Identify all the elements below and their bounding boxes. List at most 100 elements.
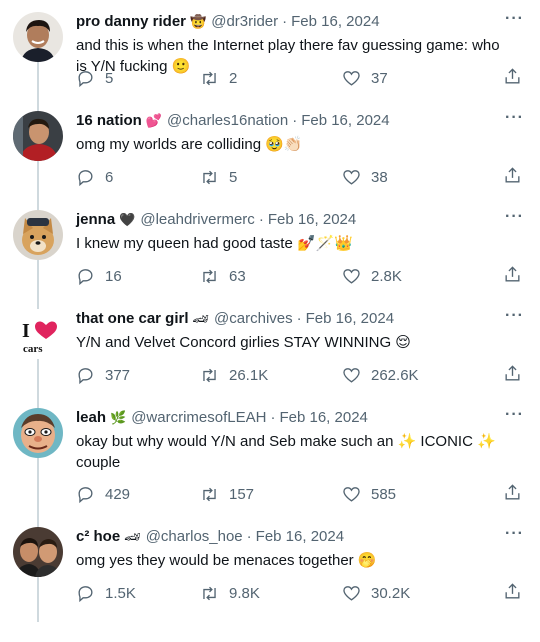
- avatar-man-red-jacket-icon: [13, 111, 63, 161]
- tweet-header: jenna 🖤 @leahdrivermerc · Feb 16, 2024: [76, 210, 524, 230]
- avatar[interactable]: [13, 527, 63, 577]
- like-button[interactable]: 37: [342, 69, 462, 88]
- retweet-count: 2: [229, 70, 238, 87]
- display-name[interactable]: c² hoe: [76, 527, 120, 547]
- like-count: 37: [371, 70, 388, 87]
- tweet-actions: 5 2 37: [76, 67, 524, 90]
- tweet-header: that one car girl 🏎 @carchives · Feb 16,…: [76, 309, 524, 329]
- retweet-button[interactable]: 9.8K: [200, 584, 308, 603]
- share-button[interactable]: [503, 483, 522, 506]
- tweet[interactable]: c² hoe 🏎 @charlos_hoe · Feb 16, 2024 ···…: [0, 515, 540, 614]
- heart-icon: [343, 586, 360, 601]
- share-icon: [505, 484, 520, 500]
- avatar-man-dark-hair-icon: [13, 12, 63, 62]
- like-button[interactable]: 38: [342, 168, 462, 187]
- retweet-button[interactable]: 157: [200, 485, 308, 504]
- retweet-button[interactable]: 2: [200, 69, 308, 88]
- tweet-text: I knew my queen had good taste 💅🪄👑: [76, 235, 354, 252]
- share-button[interactable]: [503, 67, 522, 90]
- avatar-word: cars: [23, 343, 43, 355]
- tweet[interactable]: 16 nation 💕 @charles16nation · Feb 16, 2…: [0, 99, 540, 198]
- retweet-button[interactable]: 26.1K: [200, 366, 308, 385]
- separator: ·: [296, 310, 302, 327]
- reply-count: 16: [105, 268, 122, 285]
- tweet-header: pro danny rider 🤠 @dr3rider · Feb 16, 20…: [76, 12, 524, 32]
- reply-button[interactable]: 1.5K: [76, 584, 180, 603]
- like-button[interactable]: 2.8K: [342, 267, 462, 286]
- heart-icon: [343, 487, 360, 502]
- share-button[interactable]: [503, 582, 522, 605]
- share-button[interactable]: [503, 265, 522, 288]
- avatar[interactable]: [13, 210, 63, 260]
- reply-button[interactable]: 429: [76, 485, 180, 504]
- heart-icon: [343, 269, 360, 284]
- tweet-header: c² hoe 🏎 @charlos_hoe · Feb 16, 2024: [76, 527, 524, 547]
- share-icon: [505, 583, 520, 599]
- avatar-cartoon-face-icon: [13, 408, 63, 458]
- avatar[interactable]: [13, 408, 63, 458]
- more-options-icon[interactable]: ···: [505, 406, 524, 424]
- timestamp[interactable]: Feb 16, 2024: [291, 12, 379, 32]
- timestamp[interactable]: Feb 16, 2024: [279, 408, 367, 428]
- reply-icon: [78, 586, 93, 603]
- tweet-actions: 6 5 38: [76, 166, 524, 189]
- timestamp[interactable]: Feb 16, 2024: [301, 111, 389, 131]
- retweet-button[interactable]: 5: [200, 168, 308, 187]
- display-name[interactable]: jenna: [76, 210, 115, 230]
- reply-count: 429: [105, 486, 131, 503]
- tweet-text: Y/N and Velvet Concord girlies STAY WINN…: [76, 334, 411, 351]
- display-name[interactable]: leah: [76, 408, 106, 428]
- tweet-header: leah 🌿 @warcrimesofLEAH · Feb 16, 2024: [76, 408, 524, 428]
- reply-button[interactable]: 377: [76, 366, 180, 385]
- retweet-button[interactable]: 63: [200, 267, 308, 286]
- reply-button[interactable]: 5: [76, 69, 180, 88]
- retweet-icon: [203, 487, 216, 502]
- handle[interactable]: @dr3rider: [211, 12, 278, 32]
- retweet-icon: [203, 586, 216, 601]
- display-name[interactable]: 16 nation: [76, 111, 142, 131]
- reply-count: 377: [105, 367, 131, 384]
- share-button[interactable]: [503, 364, 522, 387]
- avatar[interactable]: I cars: [13, 309, 63, 359]
- retweet-icon: [203, 269, 216, 284]
- tweet[interactable]: I cars that one car girl 🏎 @carchives · …: [0, 297, 540, 396]
- more-options-icon[interactable]: ···: [505, 307, 524, 325]
- heart-icon: [343, 71, 360, 86]
- handle[interactable]: @charlos_hoe: [146, 527, 243, 547]
- more-options-icon[interactable]: ···: [505, 109, 524, 127]
- handle[interactable]: @carchives: [214, 309, 293, 329]
- retweet-count: 157: [229, 486, 255, 503]
- separator: ·: [270, 409, 276, 426]
- reply-count: 1.5K: [105, 585, 136, 602]
- more-options-icon[interactable]: ···: [505, 10, 524, 28]
- display-name[interactable]: that one car girl: [76, 309, 189, 329]
- reply-button[interactable]: 16: [76, 267, 180, 286]
- tweet[interactable]: pro danny rider 🤠 @dr3rider · Feb 16, 20…: [0, 0, 540, 99]
- like-button[interactable]: 262.6K: [342, 366, 462, 385]
- handle[interactable]: @charles16nation: [167, 111, 288, 131]
- reply-count: 6: [105, 169, 114, 186]
- heart-icon: [343, 368, 360, 383]
- timestamp[interactable]: Feb 16, 2024: [306, 309, 394, 329]
- retweet-icon: [203, 368, 216, 383]
- tweet[interactable]: jenna 🖤 @leahdrivermerc · Feb 16, 2024 ·…: [0, 198, 540, 297]
- like-button[interactable]: 30.2K: [342, 584, 462, 603]
- timestamp[interactable]: Feb 16, 2024: [268, 210, 356, 230]
- name-emoji: 🌿: [110, 410, 127, 425]
- more-options-icon[interactable]: ···: [505, 525, 524, 543]
- reply-button[interactable]: 6: [76, 168, 180, 187]
- more-options-icon[interactable]: ···: [505, 208, 524, 226]
- retweet-count: 63: [229, 268, 246, 285]
- tweet[interactable]: leah 🌿 @warcrimesofLEAH · Feb 16, 2024 ·…: [0, 396, 540, 515]
- handle[interactable]: @warcrimesofLEAH: [131, 408, 266, 428]
- like-button[interactable]: 585: [342, 485, 462, 504]
- avatar[interactable]: [13, 12, 63, 62]
- handle[interactable]: @leahdrivermerc: [140, 210, 254, 230]
- like-count: 585: [371, 486, 397, 503]
- share-button[interactable]: [503, 166, 522, 189]
- avatar[interactable]: [13, 111, 63, 161]
- timestamp[interactable]: Feb 16, 2024: [256, 527, 344, 547]
- retweet-count: 5: [229, 169, 238, 186]
- name-emoji: 🏎: [192, 311, 210, 326]
- display-name[interactable]: pro danny rider: [76, 12, 186, 32]
